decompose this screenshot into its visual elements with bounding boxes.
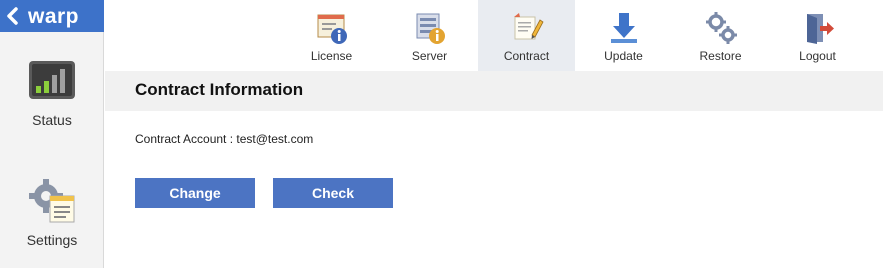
server-info-icon [413, 11, 447, 45]
sidebar: warp Status Settings [0, 0, 104, 268]
tab-license[interactable]: License [283, 0, 380, 71]
tab-label: License [310, 49, 353, 63]
gears-icon [704, 11, 738, 45]
brand-back-button[interactable]: warp [0, 0, 104, 32]
tab-logout[interactable]: Logout [769, 0, 866, 71]
sidebar-item-settings[interactable]: Settings [0, 176, 104, 248]
tab-label: Server [411, 49, 448, 63]
tab-label: Restore [699, 49, 742, 63]
gear-code-icon [26, 176, 78, 224]
section-header: Contract Information [105, 71, 883, 111]
tab-label: Contract [503, 49, 550, 63]
logout-door-icon [801, 11, 835, 45]
contract-account-text: Contract Account : test@test.com [135, 132, 314, 146]
chevron-left-icon [4, 6, 22, 26]
tab-contract[interactable]: Contract [478, 0, 575, 71]
download-arrow-icon [607, 11, 641, 45]
check-button[interactable]: Check [273, 178, 393, 208]
contract-pencil-icon [510, 11, 544, 45]
tab-update[interactable]: Update [575, 0, 672, 71]
sidebar-item-status[interactable]: Status [0, 56, 104, 128]
tab-label: Logout [799, 49, 836, 63]
tab-label: Update [604, 49, 643, 63]
change-button[interactable]: Change [135, 178, 255, 208]
brand-name: warp [28, 4, 80, 28]
tab-server[interactable]: Server [381, 0, 478, 71]
tab-restore[interactable]: Restore [672, 0, 769, 71]
sidebar-item-label: Status [32, 112, 72, 128]
top-navigation: License Server Contract Update Restore L… [105, 0, 883, 71]
license-info-icon [315, 11, 349, 45]
page-title: Contract Information [135, 80, 304, 99]
signal-bars-icon [26, 56, 78, 104]
sidebar-item-label: Settings [26, 232, 78, 248]
